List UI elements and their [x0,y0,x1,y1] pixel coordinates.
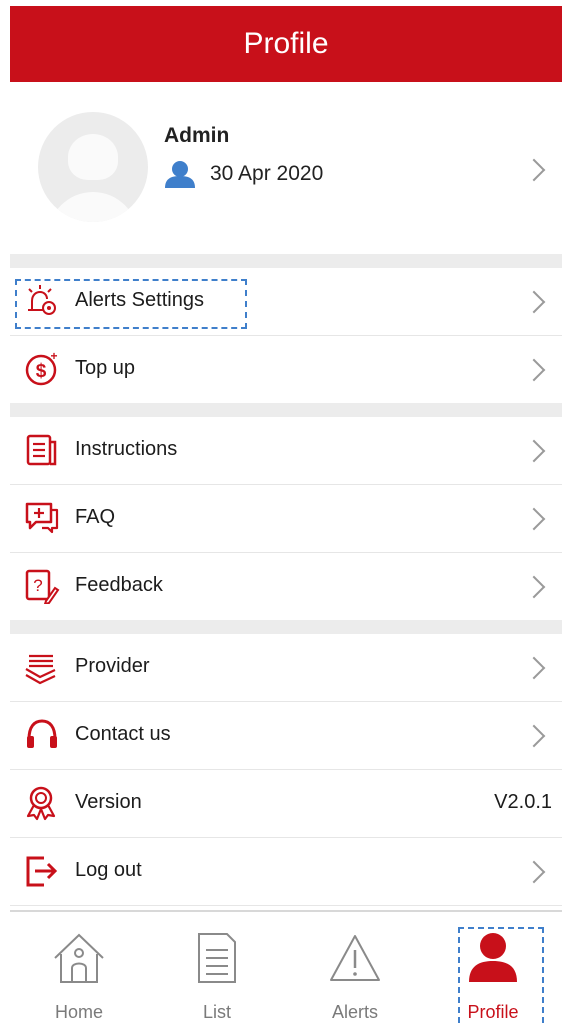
warning-icon [330,935,380,981]
user-name: Admin [164,124,230,147]
tab-label: Home [54,1002,103,1022]
section-divider [10,254,562,268]
menu-item-label: Provider [75,655,150,677]
focus-highlight [458,927,544,1023]
user-info-row: 30 Apr 2020 [164,160,323,188]
chevron-right-icon [522,656,546,680]
chevron-right-icon [522,575,546,599]
tab-list[interactable]: List [148,912,286,1023]
menu-item-top-up[interactable]: $ + Top up [10,336,562,404]
focus-highlight [15,279,247,329]
chevron-right-icon [522,724,546,748]
version-value: V2.0.1 [494,791,552,813]
svg-text:?: ? [33,576,42,595]
document-icon [26,434,57,466]
menu-item-label: Instructions [75,438,178,460]
user-icon [165,161,195,188]
menu-item-instructions[interactable]: Instructions [10,417,562,485]
profile-screen: Profile Admin 30 Apr 2020 Alerts Setting… [10,0,562,1023]
chevron-right-icon [522,507,546,531]
menu-item-version: Version V2.0.1 [10,770,562,838]
menu-item-log-out[interactable]: Log out [10,838,562,906]
chevron-right-icon [522,290,546,314]
logout-icon [26,856,58,887]
page-title: Profile [243,27,329,60]
chat-plus-icon [25,502,59,534]
chevron-right-icon [522,860,546,884]
svg-text:+: + [50,351,57,363]
menu-item-provider[interactable]: Provider [10,634,562,702]
tab-home[interactable]: Home [10,912,148,1023]
header-bar: Profile [10,6,562,82]
award-icon [26,786,56,821]
headset-icon [27,719,57,748]
menu-item-label: Contact us [75,723,171,745]
section-divider [10,620,562,634]
user-date: 30 Apr 2020 [210,162,324,185]
dollar-icon: $ + [25,351,58,386]
menu-item-label: Top up [75,357,136,379]
menu-item-label: Feedback [75,574,163,596]
list-icon [198,933,236,983]
svg-text:$: $ [36,361,47,382]
menu-item-faq[interactable]: FAQ [10,485,562,553]
chevron-right-icon [522,358,546,382]
menu-item-label: Log out [75,859,142,881]
avatar[interactable] [38,112,148,222]
chevron-right-icon [522,439,546,463]
menu-item-feedback[interactable]: ? Feedback [10,553,562,621]
tab-alerts[interactable]: Alerts [286,912,424,1023]
menu-item-label: Version [75,791,142,813]
feedback-icon: ? [25,569,60,604]
chevron-right-icon [522,158,546,182]
provider-icon [25,654,56,685]
tab-label: Alerts [331,1002,378,1022]
profile-card[interactable]: Admin 30 Apr 2020 [10,82,562,254]
menu-item-contact-us[interactable]: Contact us [10,702,562,770]
menu-item-label: FAQ [75,506,116,528]
home-icon [54,933,104,983]
section-divider [10,403,562,417]
tab-label: List [202,1002,231,1022]
